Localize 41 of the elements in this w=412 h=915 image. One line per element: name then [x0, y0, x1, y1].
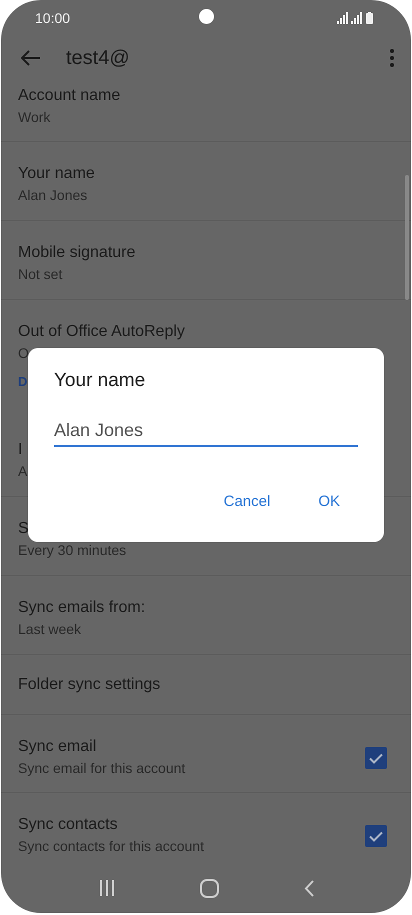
home-icon[interactable]	[200, 878, 218, 898]
settings-row[interactable]: Sync emails from: Last week	[1, 576, 411, 655]
back-arrow-icon[interactable]	[21, 50, 41, 66]
setting-title: Sync contacts	[18, 815, 118, 834]
setting-value: Sync email for this account	[18, 760, 186, 777]
setting-value: Every 30 minutes	[18, 542, 126, 559]
setting-value: Alan Jones	[18, 187, 88, 204]
name-input-field[interactable]: Alan Jones	[54, 420, 358, 447]
dialog-title: Your name	[54, 370, 146, 392]
setting-title: Mobile signature	[18, 243, 136, 262]
setting-title: Sync emails from:	[18, 598, 146, 617]
setting-title: I	[18, 440, 22, 459]
setting-title: Your name	[18, 164, 95, 183]
more-options-icon[interactable]	[390, 49, 394, 67]
checkbox[interactable]	[365, 747, 387, 769]
setting-title: Out of Office AutoReply	[18, 322, 185, 341]
back-icon[interactable]	[304, 880, 314, 896]
check-icon	[369, 830, 383, 842]
setting-title: Sync email	[18, 737, 96, 756]
setting-value: Sync contacts for this account	[18, 838, 204, 855]
settings-row[interactable]: Sync email Sync email for this account	[1, 715, 411, 793]
dialog-button[interactable]: Cancel	[214, 487, 280, 516]
setting-value: O	[18, 345, 29, 362]
section-header: D	[18, 374, 28, 389]
setting-title: Folder sync settings	[18, 675, 160, 694]
setting-value: Last week	[18, 621, 82, 638]
setting-value: A	[18, 463, 28, 480]
setting-value: Work	[18, 109, 50, 126]
setting-title: S	[18, 519, 29, 538]
settings-row[interactable]: Folder sync settings	[1, 655, 411, 715]
dialog-button[interactable]: OK	[308, 487, 350, 516]
recent-apps-icon[interactable]	[98, 880, 114, 896]
toolbar-title: test4@	[66, 46, 130, 70]
check-icon	[369, 752, 383, 764]
setting-value: Not set	[18, 266, 62, 283]
settings-row[interactable]: Sync contacts Sync contacts for this account	[1, 793, 411, 863]
status-time: 10:00	[35, 10, 70, 26]
settings-row[interactable]: Account name Work	[1, 80, 411, 142]
checkbox[interactable]	[365, 825, 387, 847]
camera-hole	[199, 9, 214, 24]
setting-title: Account name	[18, 86, 120, 105]
